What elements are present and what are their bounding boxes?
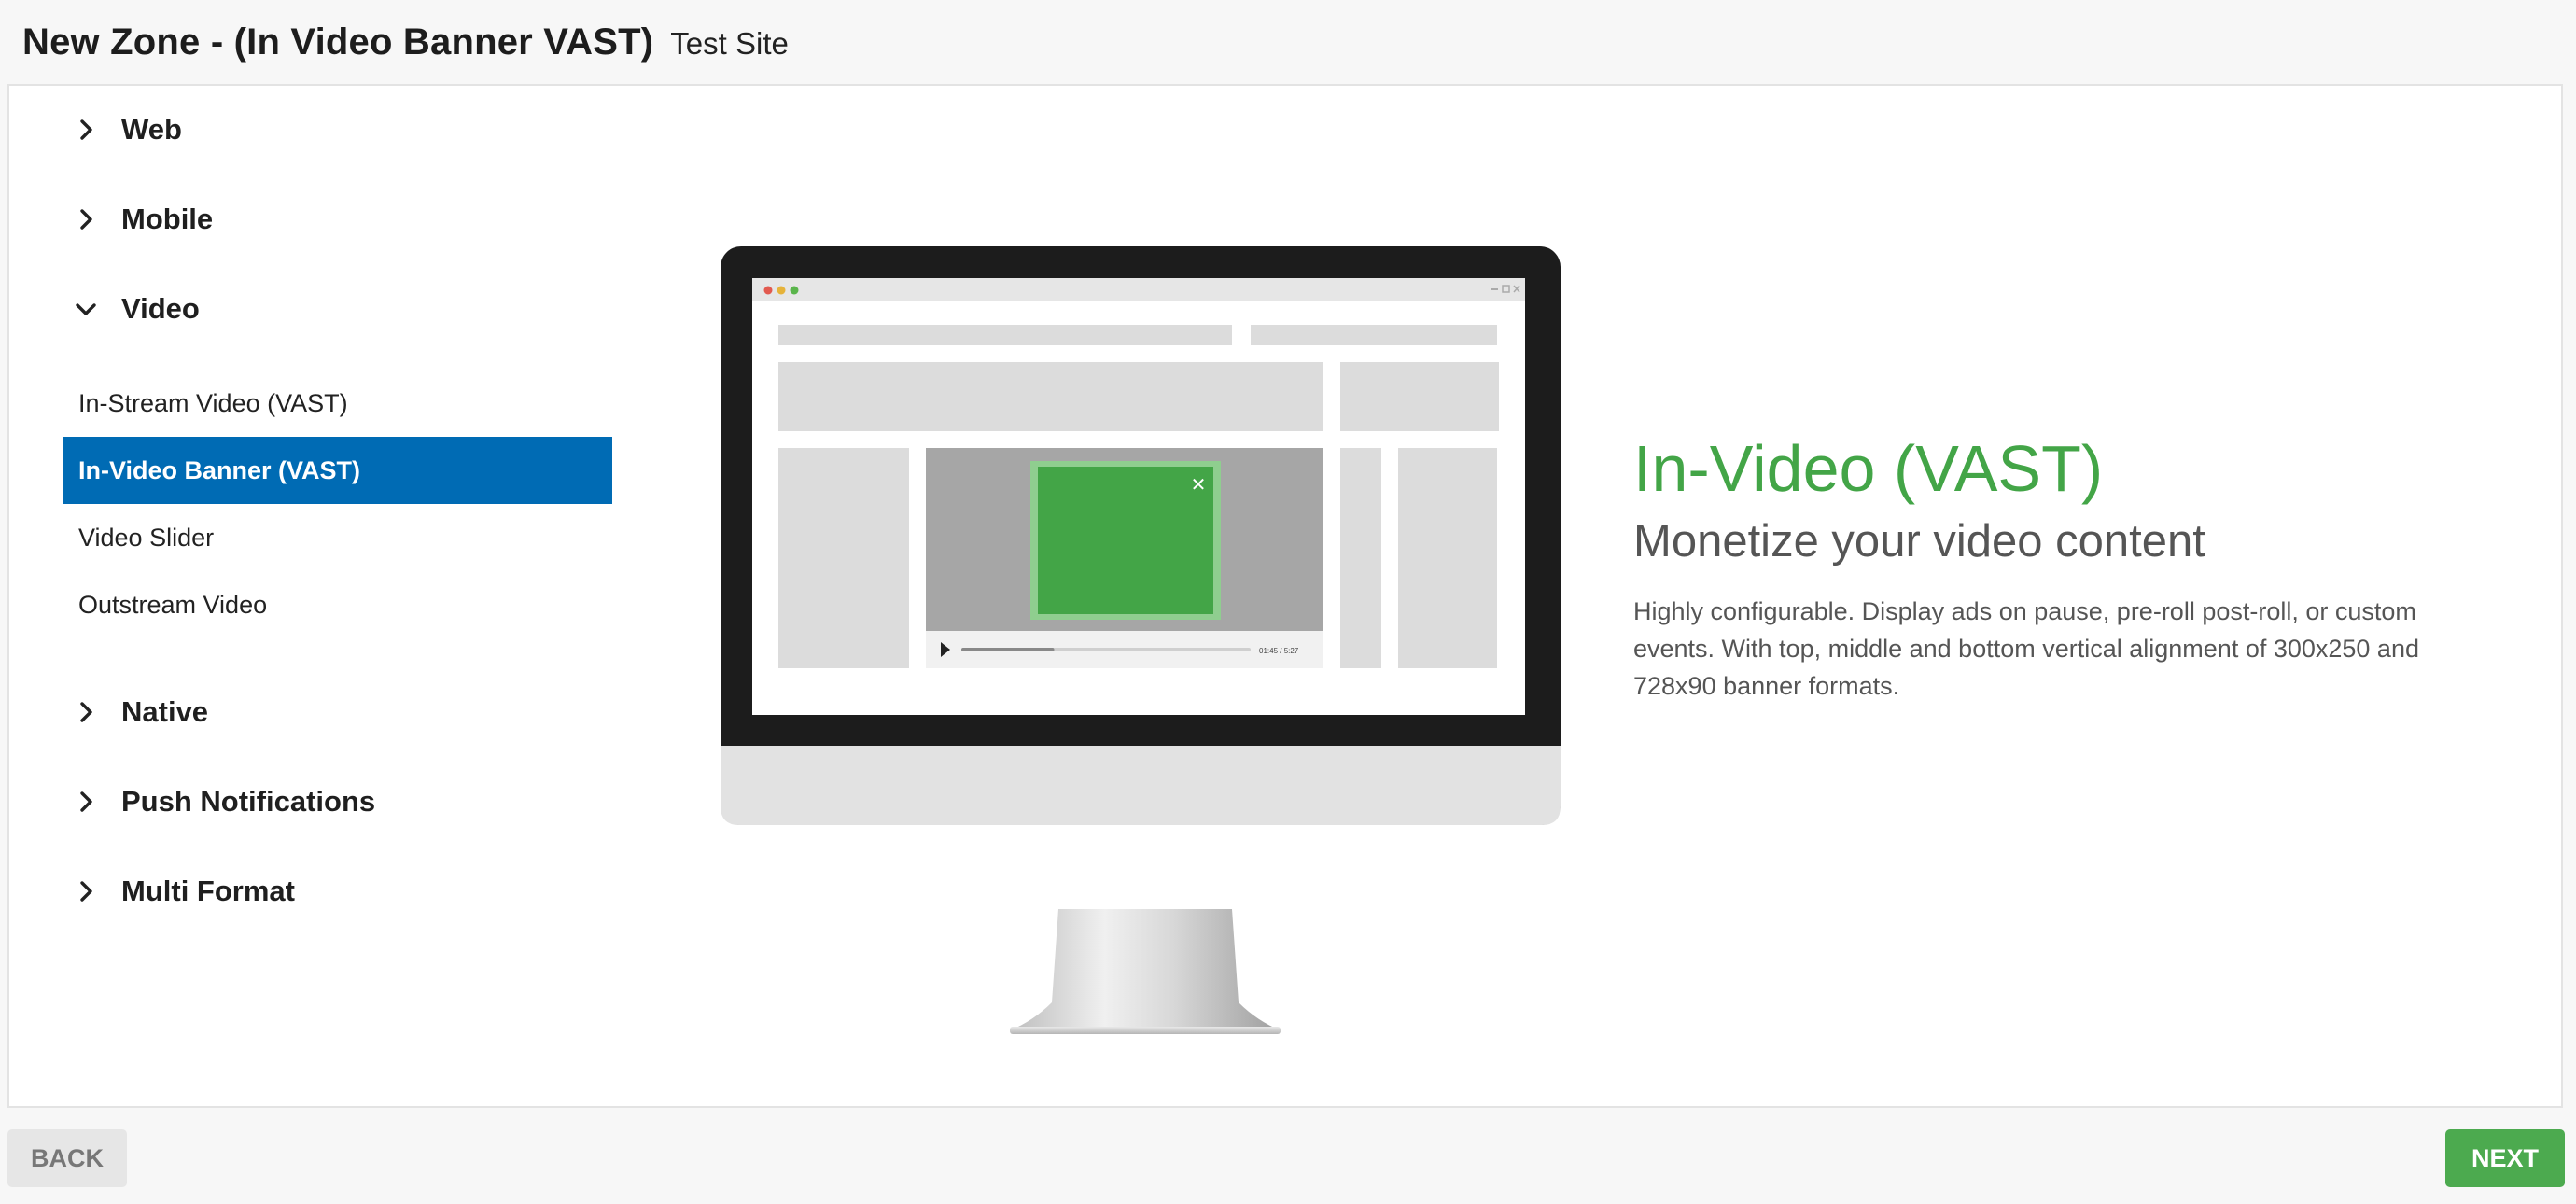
zone-type-info: In-Video (VAST) Monetize your video cont… [1633,431,2473,705]
back-button[interactable]: BACK [7,1129,127,1187]
monitor-chin [721,746,1561,825]
monitor-base [1010,1027,1281,1034]
zone-type-subheading: Monetize your video content [1633,515,2205,567]
browser-bar [752,278,1525,301]
window-minimize-icon [1491,288,1498,290]
placeholder-block [1340,362,1499,431]
chevron-right-icon [67,783,105,820]
page-title: New Zone - (In Video Banner VAST) [22,21,654,63]
category-label: Multi Format [121,875,295,907]
zone-type-in-stream-video[interactable]: In-Stream Video (VAST) [63,370,612,437]
close-dot-icon [763,286,773,295]
page-header: New Zone - (In Video Banner VAST) Test S… [0,0,2576,84]
close-icon: ✕ [1191,473,1207,496]
player-time: 01:45 / 5:27 [1259,647,1299,655]
category-native[interactable]: Native [56,684,612,740]
ad-banner [1038,467,1213,614]
chevron-right-icon [67,693,105,731]
next-button[interactable]: NEXT [2445,1129,2565,1187]
monitor-svg: 01:45 / 5:27 ✕ [721,246,1561,1034]
placeholder-block [1398,448,1497,668]
category-label: Video [121,292,200,325]
category-label: Native [121,695,209,728]
category-mobile[interactable]: Mobile [56,191,612,247]
minimize-dot-icon [777,286,786,295]
monitor-stand [1010,909,1281,1030]
maximize-dot-icon [790,286,799,295]
chevron-down-icon [67,290,105,328]
monitor-illustration: 01:45 / 5:27 ✕ [721,246,1570,1040]
category-web[interactable]: Web [56,102,612,158]
category-video[interactable]: Video [56,281,612,337]
placeholder-block [778,325,1232,345]
chevron-right-icon [67,201,105,238]
chevron-right-icon [67,873,105,910]
category-label: Mobile [121,203,214,235]
placeholder-block [1340,448,1381,668]
zone-type-in-video-banner[interactable]: In-Video Banner (VAST) [63,437,612,504]
progress-fill [961,648,1055,651]
zone-type-heading: In-Video (VAST) [1633,432,2104,505]
placeholder-block [778,448,909,668]
zone-type-panel: Web Mobile Video In-Stream Video (VAST) … [7,84,2563,1108]
placeholder-block [778,362,1323,431]
zone-type-outstream-video[interactable]: Outstream Video [63,571,612,638]
category-multi-format[interactable]: Multi Format [56,863,612,919]
category-label: Web [121,113,182,146]
zone-type-video-slider[interactable]: Video Slider [63,504,612,571]
chevron-right-icon [67,111,105,148]
zone-type-description: Highly configurable. Display ads on paus… [1633,597,2419,701]
site-name: Test Site [670,26,789,61]
category-label: Push Notifications [121,785,376,818]
category-push-notifications[interactable]: Push Notifications [56,774,612,830]
placeholder-block [1251,325,1497,345]
